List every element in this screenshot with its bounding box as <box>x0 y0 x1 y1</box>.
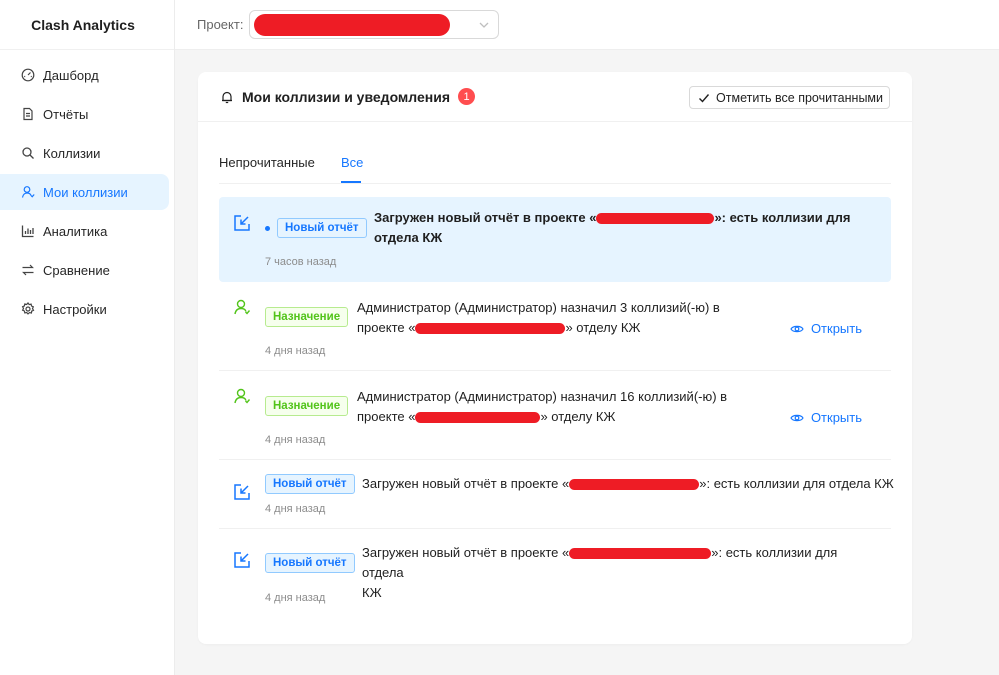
tag-assignment: Назначение <box>265 396 349 416</box>
open-button-label: Открыть <box>810 410 862 425</box>
message-text: »: есть коллизии для отдела КЖ <box>699 476 894 491</box>
redacted-project-name <box>415 412 541 424</box>
mark-all-read-label: Отметить все прочитанными <box>716 90 883 105</box>
topbar: Проект: <box>175 0 999 50</box>
sidebar-item-label: Коллизии <box>43 145 101 161</box>
report-upload-icon <box>232 213 252 233</box>
open-button[interactable]: Открыть <box>790 410 862 425</box>
redacted-project-name <box>254 13 451 36</box>
sidebar-item-my-collisions[interactable]: Мои коллизии <box>0 174 169 210</box>
tag-new-report: Новый отчёт <box>265 474 355 494</box>
open-button-label: Открыть <box>810 321 862 336</box>
sidebar-item-reports[interactable]: Отчёты <box>0 96 169 132</box>
tab-unread[interactable]: Непрочитанные <box>219 155 315 170</box>
active-tab-indicator <box>341 181 361 183</box>
search-icon <box>21 146 35 160</box>
message-text: Загружен новый отчёт в проекте « <box>374 210 597 225</box>
sidebar-item-label: Настройки <box>43 301 107 317</box>
mark-all-read-button[interactable]: Отметить все прочитанными <box>689 86 890 109</box>
tag-assignment: Назначение <box>265 307 349 327</box>
notification-item[interactable]: Назначение Администратор (Администратор)… <box>219 371 891 460</box>
bell-icon <box>220 90 234 104</box>
redacted-project-name <box>415 323 566 335</box>
tag-new-report: Новый отчёт <box>277 218 367 238</box>
notification-time: 4 дня назад <box>265 434 326 446</box>
page-title: Мои коллизии и уведомления <box>242 88 451 105</box>
notifications-card: Мои коллизии и уведомления 1 Отметить вс… <box>198 72 912 644</box>
message-text: КЖ <box>362 585 382 600</box>
notification-message: Администратор (Администратор) назначил 3… <box>357 298 737 338</box>
user-assign-icon <box>232 386 252 406</box>
report-upload-icon <box>232 550 252 570</box>
user-assign-icon <box>232 297 252 317</box>
message-text: Загружен новый отчёт в проекте « <box>362 476 570 491</box>
document-icon <box>21 107 35 121</box>
notification-list: Новый отчёт Загружен новый отчёт в проек… <box>219 197 894 618</box>
message-text: » отделу КЖ <box>540 409 616 424</box>
sidebar-item-dashboard[interactable]: Дашборд <box>0 57 169 93</box>
notification-time: 4 дня назад <box>265 503 326 515</box>
sidebar: Clash Analytics Дашборд Отчёты Коллизии … <box>0 0 175 675</box>
message-text: проекте « <box>357 320 416 335</box>
notification-message: Загружен новый отчёт в проекте «»: есть … <box>362 543 882 603</box>
notification-item[interactable]: Новый отчёт Загружен новый отчёт в проек… <box>219 460 894 529</box>
tag-new-report: Новый отчёт <box>265 553 355 573</box>
sidebar-nav: Дашборд Отчёты Коллизии Мои коллизии Ана… <box>0 50 174 327</box>
check-icon <box>698 92 710 104</box>
sidebar-item-analytics[interactable]: Аналитика <box>0 213 169 249</box>
notification-item[interactable]: Новый отчёт Загружен новый отчёт в проек… <box>219 529 891 618</box>
notification-time: 4 дня назад <box>265 592 326 604</box>
card-header: Мои коллизии и уведомления 1 Отметить вс… <box>198 72 912 122</box>
swap-icon <box>21 263 35 277</box>
tabs: Непрочитанные Все <box>219 122 891 184</box>
message-text: Администратор (Администратор) назначил 1… <box>357 389 728 404</box>
notification-time: 7 часов назад <box>265 256 337 268</box>
project-label: Проект: <box>197 17 244 32</box>
chevron-down-icon <box>478 19 490 31</box>
message-text: »: есть коллизии для <box>714 210 851 225</box>
notification-item[interactable]: Назначение Администратор (Администратор)… <box>219 282 891 371</box>
sidebar-item-compare[interactable]: Сравнение <box>0 252 169 288</box>
sidebar-item-label: Дашборд <box>43 67 99 83</box>
notification-message: Загружен новый отчёт в проекте « »: есть … <box>362 474 902 494</box>
notification-time: 4 дня назад <box>265 345 326 357</box>
notification-message: Загружен новый отчёт в проекте « »: есть … <box>374 208 854 248</box>
redacted-project-name <box>596 213 715 225</box>
user-icon <box>21 185 35 199</box>
sidebar-item-settings[interactable]: Настройки <box>0 291 169 327</box>
sidebar-item-label: Сравнение <box>43 262 110 278</box>
message-text: Администратор (Администратор) назначил 3… <box>357 300 720 315</box>
sidebar-item-label: Мои коллизии <box>43 184 128 200</box>
notification-item[interactable]: Новый отчёт Загружен новый отчёт в проек… <box>219 197 891 282</box>
message-text: Загружен новый отчёт в проекте « <box>362 545 570 560</box>
app-title: Clash Analytics <box>0 0 174 50</box>
tab-all[interactable]: Все <box>341 155 363 170</box>
eye-icon <box>790 411 804 425</box>
gear-icon <box>21 302 35 316</box>
sidebar-item-label: Отчёты <box>43 106 89 122</box>
sidebar-item-label: Аналитика <box>43 223 108 239</box>
open-button[interactable]: Открыть <box>790 321 862 336</box>
eye-icon <box>790 322 804 336</box>
bar-chart-icon <box>21 224 35 238</box>
message-text: » отделу КЖ <box>565 320 641 335</box>
redacted-project-name <box>569 548 712 560</box>
report-upload-icon <box>232 482 252 502</box>
sidebar-item-collisions[interactable]: Коллизии <box>0 135 169 171</box>
notification-message: Администратор (Администратор) назначил 1… <box>357 387 737 427</box>
dashboard-icon <box>21 68 35 82</box>
message-text: проекте « <box>357 409 416 424</box>
unread-count-badge: 1 <box>458 88 476 105</box>
redacted-project-name <box>569 479 700 491</box>
project-select[interactable] <box>249 10 500 39</box>
unread-dot <box>265 226 270 231</box>
message-text: отдела КЖ <box>374 230 443 245</box>
